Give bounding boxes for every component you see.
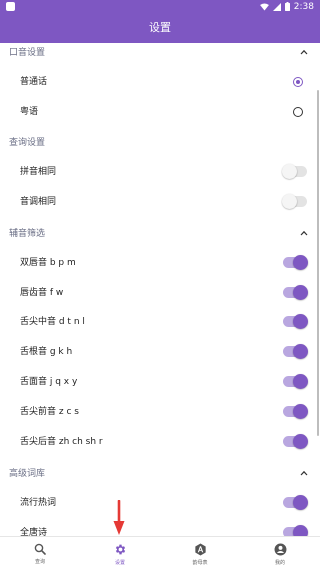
toggle-switch[interactable] xyxy=(282,525,308,536)
notification-icon xyxy=(6,2,15,11)
toggle-switch[interactable] xyxy=(282,194,308,209)
toggle-switch[interactable] xyxy=(282,164,308,179)
toggle-switch[interactable] xyxy=(282,374,308,389)
chevron-up-icon[interactable] xyxy=(300,230,308,236)
switch-row-same-tone[interactable]: 音调相同 xyxy=(0,187,320,217)
chevron-up-icon[interactable] xyxy=(300,49,308,55)
app-bar: 设置 xyxy=(0,13,320,43)
gear-icon xyxy=(115,544,125,555)
page-title: 设置 xyxy=(149,21,171,34)
row-label: 唇齿音 f w xyxy=(20,288,64,298)
chevron-up-icon[interactable] xyxy=(300,470,308,476)
row-label: 音调相同 xyxy=(20,197,57,207)
switch-row-trending-words[interactable]: 流行热词 xyxy=(0,488,320,518)
row-label: 拼音相同 xyxy=(20,167,57,177)
search-icon xyxy=(34,543,46,555)
row-label: 舌尖中音 d t n l xyxy=(20,317,85,327)
switch-row-bilabial[interactable]: 双唇音 b p m xyxy=(0,248,320,278)
radio-row-cantonese[interactable]: 粤语 xyxy=(0,97,320,127)
switch-row-same-pinyin[interactable]: 拼音相同 xyxy=(0,157,320,187)
tab-profile[interactable]: 我的 xyxy=(240,537,320,569)
row-label: 粤语 xyxy=(20,107,39,117)
status-bar-right: 2:38 xyxy=(259,0,314,13)
bottom-navigation: 查询 设置 韵母表 我的 xyxy=(0,536,320,569)
toggle-switch[interactable] xyxy=(282,404,308,419)
tab-label: 查询 xyxy=(34,559,45,565)
section-title: 查询设置 xyxy=(9,138,46,148)
toggle-switch[interactable] xyxy=(282,434,308,449)
switch-row-dental-sibilant[interactable]: 舌尖前音 z c s xyxy=(0,397,320,427)
status-time: 2:38 xyxy=(293,1,314,12)
section-title: 高级词库 xyxy=(9,469,46,479)
row-label: 普通话 xyxy=(20,77,48,87)
section-header-consonant-filter[interactable]: 辅音筛选 xyxy=(0,224,320,244)
row-label: 舌尖前音 z c s xyxy=(20,407,79,417)
alphabet-icon xyxy=(194,543,206,556)
wifi-icon xyxy=(259,2,269,11)
status-bar: 2:38 xyxy=(0,0,320,13)
section-header-accent[interactable]: 口音设置 xyxy=(0,43,320,63)
scrollbar[interactable] xyxy=(317,90,319,436)
toggle-switch[interactable] xyxy=(282,344,308,359)
toggle-switch[interactable] xyxy=(282,285,308,300)
row-label: 双唇音 b p m xyxy=(20,258,76,268)
toggle-switch[interactable] xyxy=(282,255,308,270)
section-title: 辅音筛选 xyxy=(9,229,46,239)
section-header-advanced-lexicon[interactable]: 高级词库 xyxy=(0,464,320,484)
section-title: 口音设置 xyxy=(9,48,46,58)
section-header-query[interactable]: 查询设置 xyxy=(0,133,320,153)
tab-search[interactable]: 查询 xyxy=(0,537,80,569)
switch-row-velar[interactable]: 舌根音 g k h xyxy=(0,337,320,367)
switch-row-alveolar[interactable]: 舌尖中音 d t n l xyxy=(0,307,320,337)
switch-row-labiodental[interactable]: 唇齿音 f w xyxy=(0,278,320,308)
radio-row-mandarin[interactable]: 普通话 xyxy=(0,67,320,97)
row-label: 舌根音 g k h xyxy=(20,347,73,357)
switch-row-palatal[interactable]: 舌面音 j q x y xyxy=(0,367,320,397)
tab-finals-table[interactable]: 韵母表 xyxy=(160,537,240,569)
row-label: 全唐诗 xyxy=(20,528,48,536)
radio-button-mandarin[interactable] xyxy=(293,77,303,87)
toggle-switch[interactable] xyxy=(282,495,308,510)
settings-list[interactable]: 口音设置 普通话 粤语 查询设置 拼音相同 音调相同 辅音筛选 双唇音 b p … xyxy=(0,43,320,536)
row-label: 舌面音 j q x y xyxy=(20,377,78,387)
switch-row-tang-poems[interactable]: 全唐诗 xyxy=(0,518,320,536)
radio-button-cantonese[interactable] xyxy=(293,107,303,117)
annotation-arrow-icon xyxy=(113,500,125,535)
tab-label: 设置 xyxy=(114,560,125,566)
row-label: 流行热词 xyxy=(20,498,57,508)
tab-settings[interactable]: 设置 xyxy=(80,537,160,569)
switch-row-retroflex[interactable]: 舌尖后音 zh ch sh r xyxy=(0,427,320,457)
tab-label: 我的 xyxy=(274,560,285,566)
battery-icon xyxy=(284,2,290,11)
row-label: 舌尖后音 zh ch sh r xyxy=(20,437,103,447)
toggle-switch[interactable] xyxy=(282,314,308,329)
signal-icon xyxy=(272,2,281,11)
account-icon xyxy=(274,543,286,556)
tab-label: 韵母表 xyxy=(192,560,208,566)
